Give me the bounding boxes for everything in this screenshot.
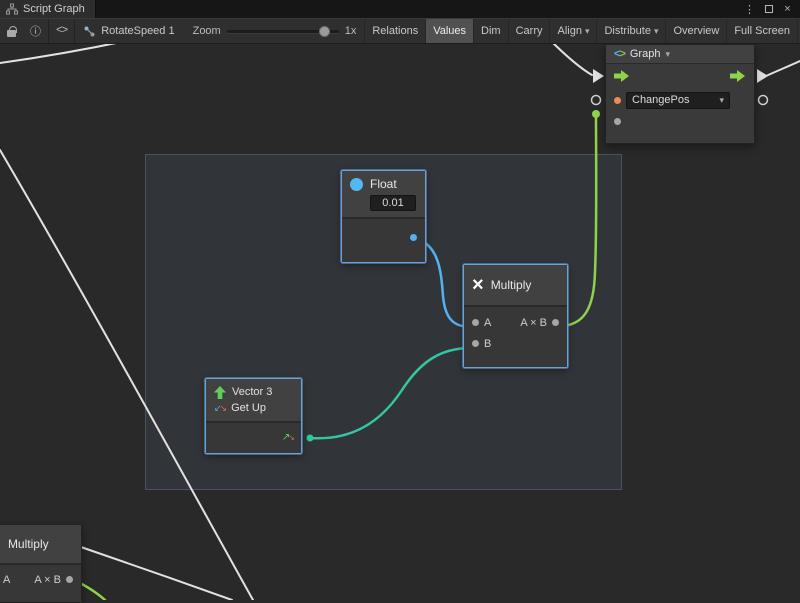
zoom-slider-handle[interactable] [319,26,330,37]
multiply-icon: × [0,535,1,553]
button-label: Values [433,25,466,37]
window-close-button[interactable]: × [779,0,796,18]
multiply-input-a-label: A [484,317,491,329]
wire-white-bottom[interactable] [78,546,232,600]
toolbar-button-align[interactable]: Align ▾ [549,19,596,43]
toolbar-button-carry[interactable]: Carry [508,19,550,43]
code-icon: <> [56,25,67,37]
float-output-port[interactable] [410,234,417,241]
multiply-input-b-port[interactable] [472,340,479,347]
window-restore-button[interactable] [760,0,777,18]
close-icon: × [784,3,790,15]
node-float[interactable]: Float 0.01 [341,170,426,263]
code-view-button[interactable]: <> [49,19,74,43]
graph-extra-port[interactable] [614,118,621,125]
multiply2-output-label: A × B [34,574,61,586]
vector-node-subtitle: Get Up [231,402,266,414]
lock-button[interactable] [0,19,23,43]
toolbar-button-full-screen[interactable]: Full Screen [726,19,798,43]
window-title: Script Graph [23,3,85,15]
multiply2-input-a-label: A [3,574,10,586]
button-label: Carry [516,25,543,37]
graph-right-value-port[interactable] [759,96,768,105]
toolbar-button-overview[interactable]: Overview [665,19,726,43]
node-vector3-get-up[interactable]: Vector 3 ↙↘ Get Up ↗↘ [205,378,302,454]
script-graph-icon [6,3,18,15]
window-tab-script-graph[interactable]: Script Graph [0,0,96,18]
restore-icon [765,5,773,13]
graph-flow-in-arrowhead-icon[interactable] [593,69,604,83]
button-label: Relations [372,25,418,37]
multiply2-node-header[interactable]: × Multiply [0,525,81,565]
float-node-title: Float [370,177,417,191]
multiply2-node-title: Multiply [8,537,49,551]
button-label: Dim [481,25,501,37]
node-graph[interactable]: <> Graph ▾ ChangePos ▾ [605,44,755,144]
info-button[interactable]: ⓘ [23,19,48,43]
changepos-dropdown-value: ChangePos [632,94,690,106]
visual-scripting-logo-icon: <> [614,48,625,60]
graph-left-value-port[interactable] [592,96,601,105]
toolbar: ⓘ <> RotateSpeed 1 Zoom 1x Relations Val… [0,18,800,44]
kebab-menu-icon: ⋮ [744,3,755,16]
button-label: Full Screen [734,25,790,37]
button-label: Overview [673,25,719,37]
float-type-icon [350,178,363,191]
zoom-label: Zoom [183,19,227,43]
up-arrow-icon [214,386,226,399]
vector-node-title: Vector 3 [232,386,272,398]
multiply2-output-port[interactable] [66,576,73,583]
toolbar-button-distribute[interactable]: Distribute ▾ [596,19,665,43]
chevron-down-icon: ▾ [719,96,724,105]
flow-in-arrow-icon[interactable] [614,70,630,82]
changepos-input-port[interactable] [614,97,621,104]
graph-flow-out-arrowhead-icon[interactable] [757,69,768,83]
node-multiply-2[interactable]: × Multiply A A × B [0,524,82,603]
vector-node-header[interactable]: Vector 3 ↙↘ Get Up [206,379,301,423]
chevron-down-icon: ▾ [654,27,659,36]
multiply-input-b-label: B [484,338,491,350]
toolbar-button-values[interactable]: Values [425,19,473,43]
lock-icon [7,30,16,37]
button-label: Align [557,25,581,37]
button-label: Distribute [604,25,650,37]
multiply-icon: × [472,275,484,295]
titlebar: Script Graph ⋮ × [0,0,800,18]
vector3-type-icon: ↙↘ [214,404,225,413]
chevron-down-icon: ▾ [665,50,670,59]
toolbar-button-dim[interactable]: Dim [473,19,508,43]
float-value-field[interactable]: 0.01 [370,195,416,211]
flow-wire-end-dot[interactable] [592,110,600,118]
float-node-header[interactable]: Float 0.01 [342,171,425,219]
multiply-output-port[interactable] [552,319,559,326]
breadcrumb[interactable]: RotateSpeed 1 [75,19,182,43]
breadcrumb-label: RotateSpeed 1 [101,25,174,37]
zoom-value: 1x [339,19,365,43]
info-icon: ⓘ [30,23,41,39]
node-multiply[interactable]: × Multiply A A × B B [463,264,568,368]
changepos-dropdown[interactable]: ChangePos ▾ [626,92,730,109]
window-menu-button[interactable]: ⋮ [741,0,758,18]
multiply-node-title: Multiply [491,278,532,292]
toolbar-button-relations[interactable]: Relations [364,19,425,43]
graph-asset-icon [83,25,96,38]
zoom-slider[interactable] [227,24,339,38]
flow-out-arrow-icon[interactable] [730,70,746,82]
graph-node-header[interactable]: <> Graph ▾ [606,45,754,64]
chevron-down-icon: ▾ [585,27,590,36]
multiply-node-header[interactable]: × Multiply [464,265,567,307]
vector3-output-port[interactable]: ↗↘ [282,433,293,443]
multiply-input-a-port[interactable] [472,319,479,326]
wire-white-from-graph-out[interactable] [766,61,800,76]
multiply-output-label: A × B [520,317,547,329]
graph-node-title: Graph [630,48,661,60]
